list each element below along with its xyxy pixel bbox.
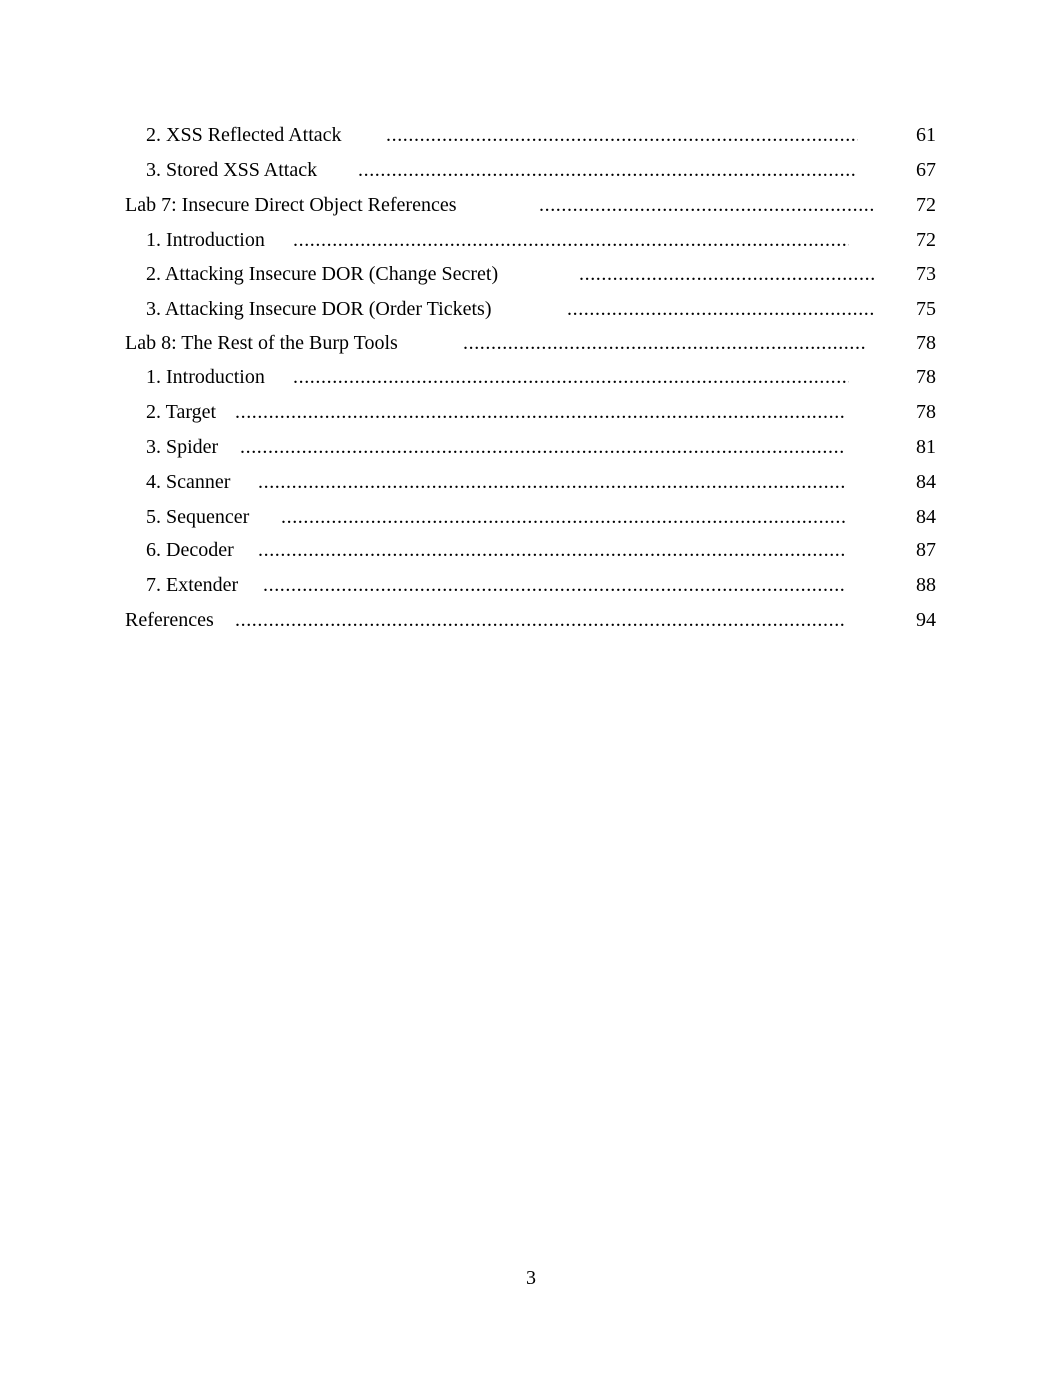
toc-entry: 6. Decoder .............................…	[0, 535, 1062, 565]
toc-entry-page: 72	[916, 194, 936, 216]
toc-entry: 5. Sequencer ...........................…	[0, 502, 1062, 532]
toc-entry-title: 2. XSS Reflected Attack	[146, 124, 342, 146]
toc-entry: 2. XSS Reflected Attack ................…	[0, 120, 1062, 150]
toc-entry-page: 84	[916, 506, 936, 528]
dot-leader: ........................................…	[263, 574, 846, 596]
toc-entry-title: Lab 8: The Rest of the Burp Tools	[125, 332, 398, 354]
dot-leader: ........................................…	[293, 366, 849, 388]
toc-entry-page: 78	[916, 366, 936, 388]
toc-entry-title: 3. Spider	[146, 436, 219, 458]
toc-entry-title: 7. Extender	[146, 574, 239, 596]
toc-entry-page: 67	[916, 159, 936, 181]
toc-entry-title: 6. Decoder	[146, 539, 234, 561]
toc-entry-title: 1. Introduction	[146, 366, 265, 388]
toc-entry-title: Lab 7: Insecure Direct Object References	[125, 194, 457, 216]
toc-entry-page: 78	[916, 332, 936, 354]
toc-entry-title: 3. Attacking Insecure DOR (Order Tickets…	[146, 298, 492, 320]
toc-entry-title: 1. Introduction	[146, 229, 265, 251]
dot-leader: ........................................…	[258, 539, 846, 561]
toc-entry-title: 4. Scanner	[146, 471, 231, 493]
dot-leader: ........................................…	[240, 436, 844, 458]
toc-entry-page: 94	[916, 609, 936, 631]
toc-entry-page: 72	[916, 229, 936, 251]
dot-leader: ........................................…	[539, 194, 874, 216]
toc-entry-page: 84	[916, 471, 936, 493]
dot-leader: ........................................…	[281, 506, 848, 528]
toc-entry: 4. Scanner .............................…	[0, 467, 1062, 497]
toc-entry-title: References	[125, 609, 214, 631]
toc-entry: 2. Attacking Insecure DOR (Change Secret…	[0, 259, 1062, 289]
dot-leader: ........................................…	[293, 229, 849, 251]
toc-entry-page: 75	[916, 298, 936, 320]
toc-entry: 3. Attacking Insecure DOR (Order Tickets…	[0, 294, 1062, 324]
dot-leader: ........................................…	[567, 298, 876, 320]
dot-leader: ........................................…	[358, 159, 856, 181]
toc-entry: Lab 8: The Rest of the Burp Tools ......…	[0, 328, 1062, 358]
page-number: 3	[526, 1267, 536, 1289]
dot-leader: ........................................…	[463, 332, 866, 354]
toc-entry-page: 61	[916, 124, 936, 146]
dot-leader: ........................................…	[579, 263, 877, 285]
toc-entry-page: 78	[916, 401, 936, 423]
toc-entry: 3. Stored XSS Attack ...................…	[0, 155, 1062, 185]
toc-entry-title: 5. Sequencer	[146, 506, 250, 528]
dot-leader: ........................................…	[235, 609, 844, 631]
toc-entry-page: 88	[916, 574, 936, 596]
toc-entry: 3. Spider ..............................…	[0, 432, 1062, 462]
toc-entry: 1. Introduction ........................…	[0, 225, 1062, 255]
toc-entry-title: 2. Target	[146, 401, 217, 423]
toc-entry-title: 2. Attacking Insecure DOR (Change Secret…	[146, 263, 499, 285]
toc-entry: 7. Extender ............................…	[0, 570, 1062, 600]
toc-entry: 2. Target ..............................…	[0, 397, 1062, 427]
toc-entry: References .............................…	[0, 605, 1062, 635]
toc-entry: Lab 7: Insecure Direct Object References…	[0, 190, 1062, 220]
toc-entry-title: 3. Stored XSS Attack	[146, 159, 318, 181]
dot-leader: ........................................…	[386, 124, 858, 146]
toc-entry-page: 81	[916, 436, 936, 458]
toc-entry-page: 73	[916, 263, 936, 285]
dot-leader: ........................................…	[235, 401, 844, 423]
toc-entry: 1. Introduction ........................…	[0, 362, 1062, 392]
toc-entry-page: 87	[916, 539, 936, 561]
dot-leader: ........................................…	[258, 471, 846, 493]
